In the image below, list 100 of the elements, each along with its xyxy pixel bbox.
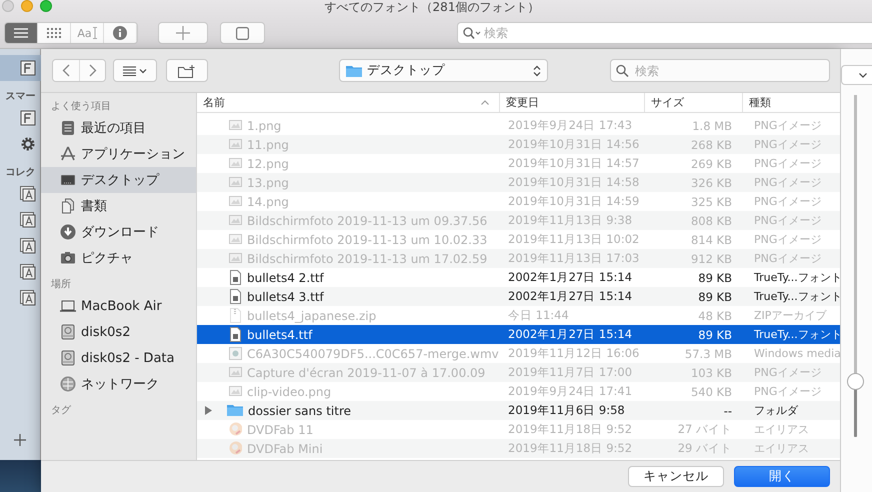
preview-button[interactable] [220,22,265,44]
image-file-icon [229,137,242,152]
sidebar-item[interactable] [0,55,40,81]
sidebar-item[interactable]: アプリケーション [41,141,196,167]
folder-icon [346,64,362,77]
sidebar-item[interactable]: disk0s2 [41,319,196,345]
cancel-button[interactable]: キャンセル [628,466,724,487]
file-name: Bildschirmfoto 2019-11-13 um 17.02.59 [247,252,488,266]
file-size: 912 KB [690,252,732,266]
sidebar-item[interactable]: MacBook Air [41,293,196,319]
sidebar-item[interactable]: 最近の項目 [41,115,196,141]
sidebar-item[interactable]: ダウンロード [41,219,196,245]
file-name: Capture d'écran 2019-11-07 à 17.00.09 [247,366,486,380]
sidebar-item[interactable]: ネットワーク [41,371,196,397]
modified-date: 2019年11月13日 17:03 [508,251,640,266]
image-file-icon [229,384,242,399]
location-dropdown[interactable]: デスクトップ [339,59,548,82]
cursor-icon [92,27,97,39]
font-file-icon [20,60,36,76]
column-header[interactable]: 名前 [197,93,500,112]
add-button[interactable] [158,22,208,44]
column-header[interactable]: 種類 [743,93,840,112]
font-collection-icon [20,238,36,254]
image-file-icon [229,365,242,380]
modified-date: 2019年11月12日 16:06 [508,346,640,361]
file-kind: TrueTy...フォント [754,327,840,342]
column-header[interactable]: 変更日 [500,93,645,112]
font-collection-icon [20,212,36,228]
file-kind: PNGイメージ [754,194,822,209]
info-icon [113,26,127,40]
video-file-icon [229,346,242,361]
file-row[interactable]: dossier sans titre 2019年11月6日 9:58 -- フォルダ [197,401,840,420]
grid-icon [47,28,61,38]
forward-button[interactable] [79,60,105,81]
sidebar-item[interactable]: デスクトップ [41,167,196,193]
file-size: 325 KB [690,194,732,208]
documents-icon [60,198,76,214]
download-icon [60,224,76,240]
file-size: 540 KB [690,384,732,398]
square-icon [236,26,249,40]
view-mode-button[interactable] [38,23,71,43]
sidebar-item[interactable]: disk0s2 - Data [41,345,196,371]
file-kind: エイリアス [754,422,809,437]
image-file-icon [229,156,242,171]
file-kind: PNGイメージ [754,213,822,228]
desktop-background [0,460,40,492]
file-name: C6A30C540079DF5...C0C657-merge.wmv [247,346,499,360]
file-size: 89 KB [698,328,732,342]
modified-date: 2019年11月6日 9:58 [508,403,625,418]
view-mode-button[interactable] [104,23,137,43]
globe-icon [60,376,76,392]
modified-date: 2019年10月31日 14:57 [508,156,640,171]
caret-icon [858,72,866,78]
document-icon [229,327,242,342]
column-header[interactable]: サイズ [645,93,743,112]
add-collection-button[interactable] [12,432,28,448]
view-options-button[interactable] [113,59,157,82]
file-kind: PNGイメージ [754,137,822,152]
font-collection-icon [20,264,36,280]
folder-icon [227,403,243,418]
file-size: -- [724,404,732,418]
zoom-button[interactable] [40,0,52,12]
file-name: bullets4_japanese.zip [247,308,376,322]
slider-thumb[interactable] [846,373,864,390]
file-row[interactable]: bullets4 2.ttf 2002年1月27日 15:14 89 KB TrueTy...フォント [197,268,840,287]
search-field[interactable]: 検索 [610,59,830,82]
sidebar-heading: タグ [50,404,72,418]
list-icon [14,28,28,38]
sidebar-item[interactable]: 書類 [41,193,196,219]
file-kind: PNGイメージ [754,384,822,399]
modified-date: 2019年11月18日 9:52 [508,441,632,456]
file-name: 1.png [247,118,282,132]
file-kind: PNGイメージ [754,156,822,171]
image-file-icon [229,175,242,190]
modified-date: 2019年11月18日 9:52 [508,422,632,437]
new-folder-button[interactable] [166,59,208,82]
file-name: DVDFab 11 [247,422,314,436]
sidebar-item[interactable]: ピクチャ [41,245,196,271]
disclosure-triangle-icon [205,406,212,415]
file-kind: PNGイメージ [754,175,822,190]
view-mode-button[interactable] [5,23,38,43]
file-size: 103 KB [690,366,732,380]
file-name: Bildschirmfoto 2019-11-13 um 09.37.56 [247,214,488,228]
laptop-icon [60,298,76,314]
file-row[interactable]: bullets4 3.ttf 2002年1月27日 15:14 89 KB TrueTy...フォント [197,287,840,306]
document-icon [229,289,242,304]
open-button[interactable]: 開く [734,466,830,487]
file-kind: PNGイメージ [754,232,822,247]
file-name: dossier sans titre [248,404,352,418]
sidebar-heading: スマー [4,90,36,104]
file-size: 326 KB [690,176,732,190]
back-button[interactable] [53,60,79,81]
sidebar-heading: 場所 [50,278,72,292]
file-kind: PNGイメージ [754,251,822,266]
file-kind: PNGイメージ [754,118,822,133]
zip-file-icon [229,308,242,323]
search-field[interactable]: 検索 [457,22,872,44]
file-row[interactable]: bullets4.ttf 2002年1月27日 15:14 89 KB TrueTy...フォント [197,325,840,344]
file-name: clip-video.png [247,384,332,398]
file-size: 29 バイト [678,441,732,456]
